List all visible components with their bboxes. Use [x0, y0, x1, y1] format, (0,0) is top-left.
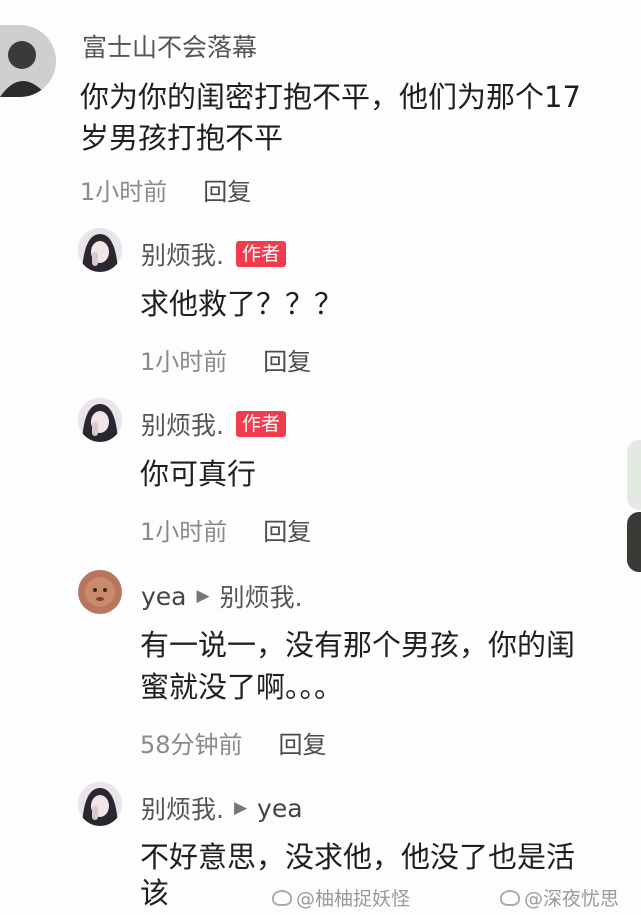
comment-username[interactable]: 别烦我. 作者: [141, 406, 286, 442]
comment-meta: 58分钟前 回复: [140, 725, 327, 760]
comment-username[interactable]: 别烦我. 作者: [141, 236, 286, 272]
user-avatar-icon: [78, 782, 122, 826]
comment-username[interactable]: yea ▶ 别烦我.: [141, 578, 303, 614]
author-badge: 作者: [235, 241, 286, 267]
username-text[interactable]: 别烦我.: [141, 790, 224, 826]
reply-target-username[interactable]: 别烦我.: [220, 578, 303, 614]
weibo-icon: [272, 889, 292, 906]
reply-arrow-icon: ▶: [233, 798, 248, 818]
avatar[interactable]: [0, 25, 56, 97]
avatar[interactable]: [78, 782, 122, 826]
watermark-text: @深夜忧思: [524, 888, 620, 910]
reply-button[interactable]: 回复: [263, 518, 311, 546]
comment-text-line: 求他救了？？？: [140, 287, 344, 321]
reply-button[interactable]: 回复: [279, 731, 327, 759]
edge-thumbnail: [627, 512, 641, 572]
edge-thumbnail: [627, 440, 641, 510]
comment-text-line: 你为你的闺密打抱不平，他们为那个17: [80, 80, 581, 114]
author-badge: 作者: [235, 411, 286, 437]
reply-target-username[interactable]: yea: [257, 794, 303, 823]
watermark-text: @柚柚捉妖怪: [296, 888, 411, 910]
avatar[interactable]: [78, 570, 122, 614]
comment-username[interactable]: 别烦我. ▶ yea: [141, 790, 303, 826]
comment-meta: 1小时前 回复: [140, 512, 311, 547]
reply-arrow-icon: ▶: [196, 586, 210, 606]
comment-time: 1小时前: [140, 518, 228, 546]
username-text[interactable]: yea: [141, 582, 187, 611]
user-avatar-icon: [0, 25, 56, 97]
username-text[interactable]: 别烦我.: [141, 406, 224, 442]
reply-button[interactable]: 回复: [263, 348, 311, 376]
avatar[interactable]: [78, 228, 122, 272]
comment-time: 1小时前: [140, 348, 228, 376]
username-text[interactable]: 富士山不会落幕: [82, 28, 257, 64]
watermark: @深夜忧思: [500, 884, 619, 911]
user-avatar-icon: [78, 228, 122, 272]
comment-meta: 1小时前 回复: [80, 172, 251, 207]
comment-time: 1小时前: [80, 178, 168, 206]
avatar[interactable]: [78, 398, 122, 442]
comment-text-line: 你可真行: [140, 457, 257, 491]
comment-username[interactable]: 富士山不会落幕: [82, 28, 257, 64]
comment-time: 58分钟前: [140, 731, 243, 759]
comment-text-line: 不好意思，没求他，他没了也是活: [140, 840, 576, 874]
comment-text-line: 该: [140, 876, 170, 910]
weibo-icon: [500, 889, 520, 906]
watermark: @柚柚捉妖怪: [272, 884, 410, 911]
username-text[interactable]: 别烦我.: [141, 236, 224, 272]
comment-text-line: 有一说一，没有那个男孩，你的闺: [140, 628, 576, 662]
comment-text-line: 蜜就没了啊。。。: [140, 670, 344, 704]
comment-thread: 富士山不会落幕 你为你的闺密打抱不平，他们为那个17 岁男孩打抱不平 1小时前回…: [0, 0, 641, 915]
user-avatar-icon: [78, 570, 122, 614]
comment-meta: 1小时前 回复: [140, 342, 311, 377]
comment-text-line: 岁男孩打抱不平: [80, 121, 284, 155]
user-avatar-icon: [78, 398, 122, 442]
reply-button[interactable]: 回复: [203, 178, 251, 206]
